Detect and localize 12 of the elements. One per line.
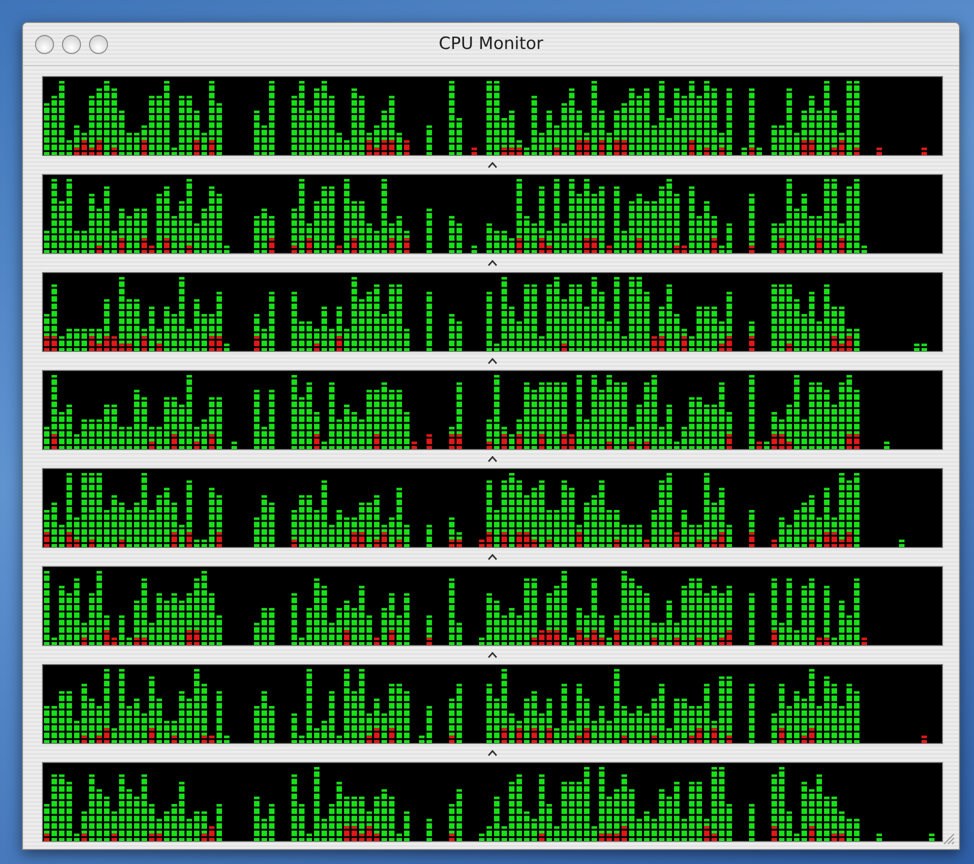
- zoom-button[interactable]: [89, 34, 108, 54]
- splitter-handle-icon[interactable]: [488, 652, 497, 658]
- resize-grip-icon[interactable]: [941, 831, 955, 845]
- minimize-button[interactable]: [62, 34, 81, 54]
- close-button[interactable]: [35, 34, 54, 54]
- splitter-handle-icon[interactable]: [488, 358, 497, 364]
- splitter-handle-icon[interactable]: [488, 750, 497, 756]
- splitter-handle-icon[interactable]: [488, 456, 497, 462]
- splitter-handle-icon[interactable]: [488, 260, 497, 266]
- splitter-handle-icon[interactable]: [488, 554, 497, 560]
- window-title: CPU Monitor: [438, 34, 544, 54]
- splitter-handle-icon[interactable]: [488, 162, 497, 168]
